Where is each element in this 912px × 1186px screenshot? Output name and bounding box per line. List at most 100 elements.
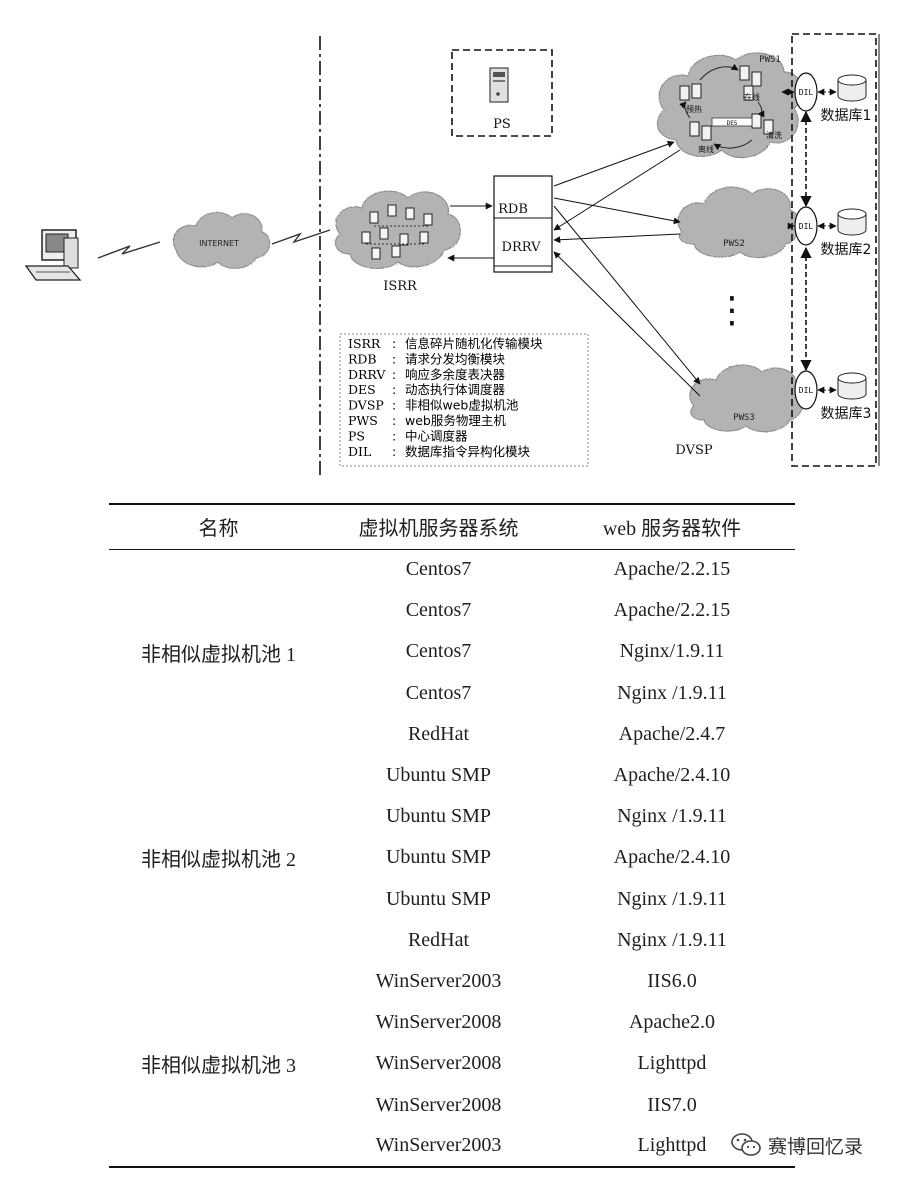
web-server-cell: IIS6.0 [647, 969, 697, 992]
os-cell: WinServer2008 [375, 1052, 502, 1075]
legend-colon: : [392, 382, 396, 397]
arrow-pws3-drrv [553, 251, 701, 397]
watermark-text: 赛博回忆录 [768, 1135, 864, 1158]
dil-label: DIL [799, 88, 814, 97]
os-cell: Ubuntu SMP [385, 846, 492, 869]
legend-abbr: RDB [348, 351, 377, 366]
legend-abbr: DES [348, 382, 376, 397]
wechat-icon [731, 1133, 761, 1156]
dil-node-2: DIL [794, 206, 818, 246]
pool-name-cell: 非相似虚拟机池 2 [141, 849, 296, 872]
db2-label: 数据库2 [821, 242, 872, 258]
ellipsis: ⋮ [714, 290, 750, 331]
dil-node-1: DIL [794, 72, 818, 112]
table-row: 非相似虚拟机池 1 Centos7 Apache/2.2.15 [109, 549, 795, 665]
wireless-link-icon [271, 229, 331, 245]
ps-box: PS [451, 49, 553, 137]
legend-abbr: PS [348, 428, 365, 443]
web-server-cell: Nginx /1.9.11 [617, 681, 727, 704]
web-server-cell: IIS7.0 [647, 1093, 697, 1116]
web-server-cell: Apache2.0 [628, 1011, 716, 1034]
legend-colon: : [392, 351, 396, 366]
web-server-cell: Apache/2.2.15 [613, 558, 731, 581]
web-server-cell: Apache/2.2.15 [613, 599, 731, 622]
os-cell: Centos7 [405, 640, 472, 663]
pws1-label: PWS1 [759, 55, 781, 65]
pws2-label: PWS2 [723, 239, 745, 249]
legend-abbr: DVSP [348, 398, 384, 413]
database-icon [837, 208, 867, 236]
web-server-cell: Nginx /1.9.11 [617, 928, 727, 951]
dvsp-label: DVSP [675, 443, 712, 458]
pws1-cloud: DES PWS1 预热 在线 离线 清洗 [656, 52, 803, 159]
pws2-cloud: PWS2 [677, 186, 800, 259]
wireless-link-icon [97, 241, 161, 259]
vm-pool-table-container: 名称 虚拟机服务器系统 web 服务器软件 非相似虚拟机池 1 Centos7 Ap… [109, 503, 795, 1168]
internet-label: INTERNET [199, 239, 239, 248]
web-server-cell: Nginx /1.9.11 [617, 887, 727, 910]
legend-colon: : [392, 336, 396, 351]
legend-desc: 信息碎片随机化传输模块 [405, 336, 543, 351]
db3-label: 数据库3 [821, 406, 872, 422]
computer-icon [24, 229, 82, 281]
legend-desc: web服务物理主机 [405, 413, 506, 428]
header-web: web 服务器软件 [602, 518, 742, 541]
legend-abbr: PWS [348, 413, 378, 428]
database-icon [837, 74, 867, 102]
architecture-diagram: INTERNET ISRR RDB DRRV PS DES PWS1 预热 在线… [24, 33, 880, 476]
server-icon [489, 67, 509, 103]
web-server-cell: Nginx /1.9.11 [617, 805, 727, 828]
drrv-label: DRRV [502, 240, 542, 255]
os-cell: WinServer2003 [375, 969, 502, 992]
isrr-label: ISRR [383, 279, 418, 294]
dil-label: DIL [799, 222, 814, 231]
dil-label: DIL [799, 386, 814, 395]
legend-desc: 数据库指令异构化模块 [405, 444, 531, 459]
os-cell: Centos7 [405, 558, 472, 581]
web-server-cell: Nginx/1.9.11 [619, 640, 725, 663]
legend-colon: : [392, 398, 396, 413]
legend-colon: : [392, 444, 396, 459]
legend-colon: : [392, 367, 396, 382]
os-cell: WinServer2008 [375, 1011, 502, 1034]
isrr-cloud: ISRR [334, 190, 461, 294]
os-cell: Ubuntu SMP [385, 805, 492, 828]
table-row: 非相似虚拟机池 3 WinServer2003 IIS6.0 [109, 961, 795, 1077]
table-body: 非相似虚拟机池 1 Centos7 Apache/2.2.15 Centos7 Apac… [109, 549, 795, 1167]
legend-desc: 请求分发均衡模块 [405, 351, 506, 366]
os-cell: Centos7 [405, 681, 472, 704]
des-label: DES [727, 120, 738, 127]
os-cell: Ubuntu SMP [385, 764, 492, 787]
pws1-node-label: 在线 [744, 92, 760, 102]
pws3-label: PWS3 [733, 413, 755, 423]
legend-colon: : [392, 428, 396, 443]
pws1-node-label: 离线 [698, 144, 714, 154]
arrow-rdb-pws1 [553, 140, 675, 187]
legend-abbr: DIL [348, 444, 371, 459]
pool-name-cell: 非相似虚拟机池 1 [141, 643, 296, 666]
os-cell: WinServer2008 [375, 1093, 502, 1116]
web-server-cell: Apache/2.4.7 [618, 722, 726, 745]
rdb-label: RDB [498, 202, 528, 217]
web-server-cell: Lighttpd [637, 1052, 707, 1075]
watermark: 赛博回忆录 [730, 1128, 863, 1162]
ps-label: PS [493, 117, 511, 132]
os-cell: RedHat [407, 928, 470, 951]
legend-abbr: DRRV [348, 367, 386, 382]
dil-node-3: DIL [794, 370, 818, 410]
table-row: 非相似虚拟机池 2 Ubuntu SMP Apache/2.4.10 [109, 755, 795, 871]
pws3-cloud: PWS3 [689, 364, 805, 433]
legend-colon: : [392, 413, 396, 428]
db1-label: 数据库1 [821, 108, 872, 124]
legend-desc: 响应多余度表决器 [405, 367, 506, 382]
legend-desc: 动态执行体调度器 [405, 382, 506, 397]
arrow-pws2-drrv [553, 233, 681, 244]
legend-abbr: ISRR [348, 336, 381, 351]
table-header-row: 名称 虚拟机服务器系统 web 服务器软件 [109, 504, 795, 549]
internet-cloud: INTERNET [173, 211, 271, 269]
os-cell: Ubuntu SMP [385, 887, 492, 910]
rdb-drrv-box: RDB DRRV [493, 175, 553, 273]
pool-name-cell: 非相似虚拟机池 3 [141, 1054, 296, 1077]
os-cell: Centos7 [405, 599, 472, 622]
vm-pool-table: 名称 虚拟机服务器系统 web 服务器软件 非相似虚拟机池 1 Centos7 Ap… [109, 503, 795, 1168]
